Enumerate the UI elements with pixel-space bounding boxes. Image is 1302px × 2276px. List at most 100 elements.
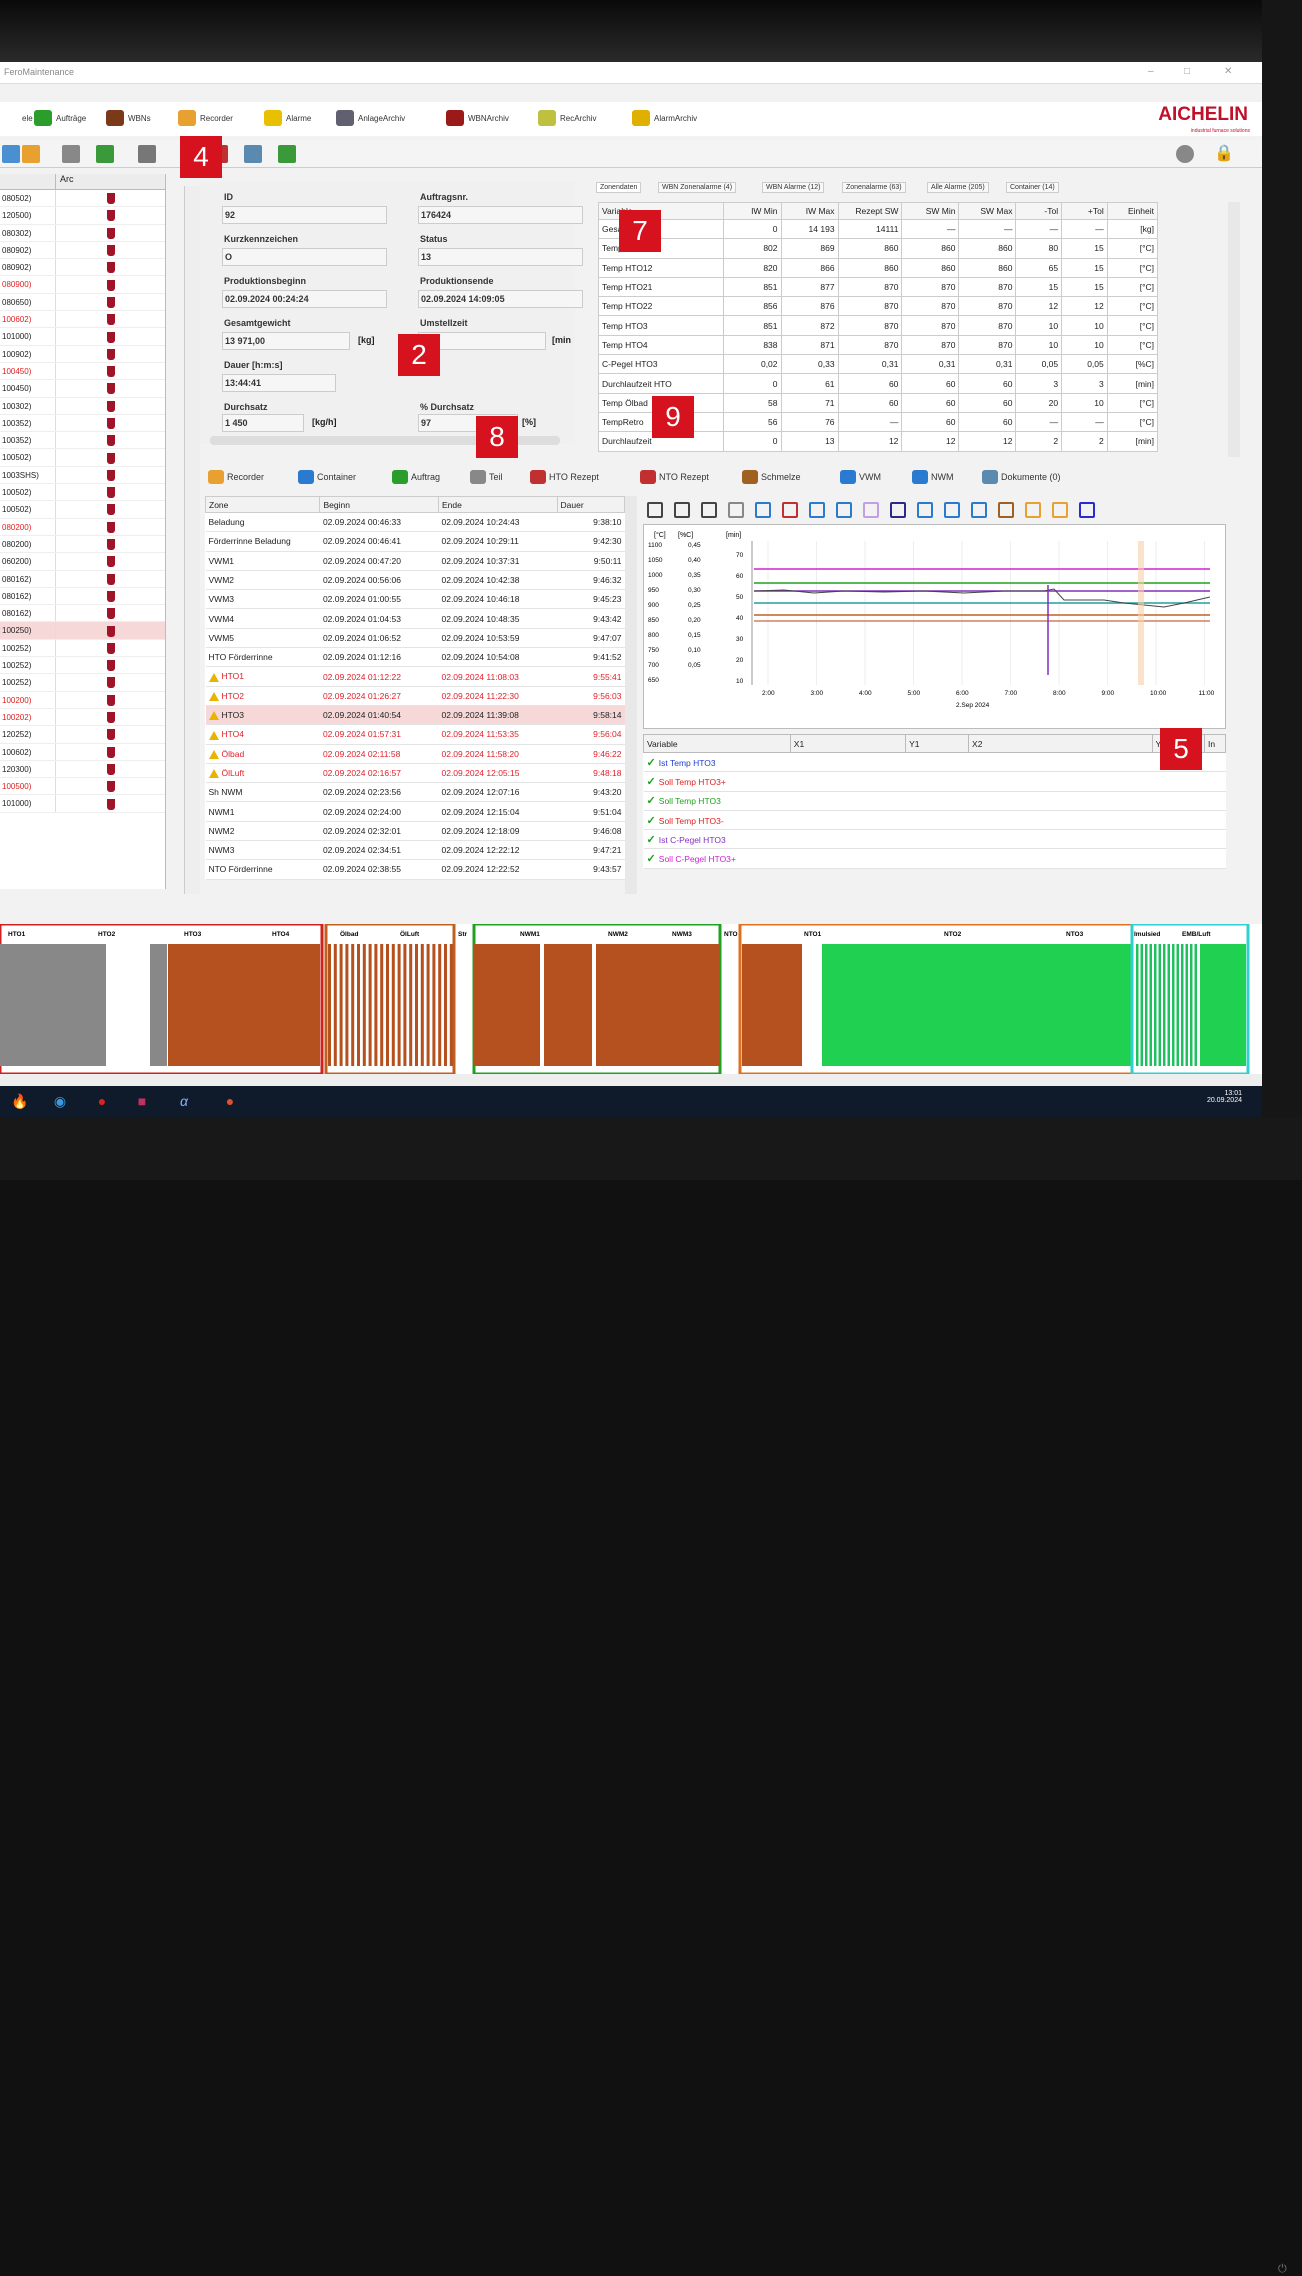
- table-row[interactable]: VWM1 02.09.2024 00:47:20 02.09.2024 10:37:…: [205, 551, 625, 571]
- list-item[interactable]: 120252): [0, 726, 165, 744]
- list-item[interactable]: 080502): [0, 190, 165, 208]
- document-icon[interactable]: [62, 145, 80, 163]
- close-button[interactable]: ✕: [1224, 66, 1232, 77]
- list-item[interactable]: 100902): [0, 345, 165, 363]
- list-item[interactable]: 060200): [0, 553, 165, 571]
- column-header[interactable]: Ende: [437, 496, 558, 513]
- table-row[interactable]: NTO Förderrinne 02.09.2024 02:38:55 02.09.…: [205, 859, 625, 880]
- table-row[interactable]: VWM2 02.09.2024 00:56:06 02.09.2024 10:42:…: [205, 570, 625, 591]
- list-item[interactable]: 100202): [0, 708, 165, 727]
- table-row[interactable]: ✓ Ist Temp HTO3: [643, 752, 1226, 773]
- list-item[interactable]: 080162): [0, 587, 165, 606]
- list-item[interactable]: 100250): [0, 622, 165, 640]
- list-item[interactable]: 100450): [0, 362, 165, 381]
- browser-icon[interactable]: ◉: [50, 1091, 70, 1111]
- tab-zone-2[interactable]: WBN Alarme (12): [762, 182, 825, 193]
- tab-zone-3[interactable]: Zonenalarme (63): [842, 182, 906, 193]
- chart-tool-icon[interactable]: [917, 502, 933, 518]
- column-header[interactable]: Einheit: [1106, 202, 1159, 220]
- maximize-button[interactable]: □: [1184, 66, 1190, 77]
- list-item[interactable]: 101000): [0, 795, 165, 813]
- menu-item[interactable]: Alarme: [264, 110, 311, 126]
- alpha-icon[interactable]: α: [174, 1091, 194, 1111]
- column-header[interactable]: IW Min: [723, 202, 782, 220]
- list-item[interactable]: 120500): [0, 207, 165, 225]
- table-row[interactable]: ✓ Soll Temp HTO3: [643, 791, 1226, 811]
- tab-detail-8[interactable]: NWM: [912, 470, 954, 484]
- tab-detail-6[interactable]: Schmelze: [742, 470, 801, 484]
- column-header[interactable]: Beginn: [319, 496, 439, 513]
- table-row[interactable]: Durchlaufzeit HTO 0 61 60 60 60 3 3 [min]: [597, 373, 1159, 394]
- list-item[interactable]: 100352): [0, 432, 165, 450]
- chart-tool-icon[interactable]: [674, 502, 690, 518]
- import-icon[interactable]: [278, 145, 296, 163]
- list-item[interactable]: 101000): [0, 328, 165, 346]
- print-icon[interactable]: [138, 145, 156, 163]
- person-icon[interactable]: [22, 145, 40, 163]
- table-row[interactable]: ÖlLuft 02.09.2024 02:16:57 02.09.2024 12:0…: [205, 763, 625, 784]
- list-item[interactable]: 100502): [0, 449, 165, 467]
- check-icon[interactable]: ✓: [647, 853, 659, 865]
- system-clock[interactable]: 13:01 20.09.2024: [1207, 1090, 1242, 1104]
- table-row[interactable]: ✓ Ist C-Pegel HTO3: [643, 829, 1226, 850]
- column-header[interactable]: Dauer: [556, 496, 626, 513]
- chart-tool-icon[interactable]: [1079, 502, 1095, 518]
- table-row[interactable]: Temp HTO22 856 876 870 870 870 12 12 [°C]: [597, 296, 1159, 317]
- list-item[interactable]: 100502): [0, 501, 165, 519]
- column-header[interactable]: -Tol: [1015, 202, 1063, 220]
- column-header[interactable]: X1: [789, 734, 907, 753]
- status-icon[interactable]: [1176, 145, 1194, 163]
- table-row[interactable]: Temp HTO12 820 866 860 860 860 65 15 [°C]: [597, 257, 1159, 278]
- list-item[interactable]: 120300): [0, 760, 165, 779]
- column-header[interactable]: X2: [968, 734, 1153, 753]
- list-item[interactable]: 080902): [0, 241, 165, 260]
- chart-tool-icon[interactable]: [701, 502, 717, 518]
- table-row[interactable]: C-Pegel HTO3 0,02 0,33 0,31 0,31 0,31 0,05 0,05…: [597, 354, 1159, 375]
- zone-times-scrollbar[interactable]: [625, 496, 637, 894]
- menu-item[interactable]: Recorder: [178, 110, 233, 126]
- tab-zone-1[interactable]: WBN Zonenalarme (4): [658, 182, 737, 193]
- status-field[interactable]: 13: [418, 248, 583, 266]
- table-row[interactable]: Beladung 02.09.2024 00:46:33 02.09.2024 10…: [205, 512, 625, 533]
- table-row[interactable]: NWM3 02.09.2024 02:34:51 02.09.2024 12:22:…: [205, 840, 625, 861]
- tab-detail-9[interactable]: Dokumente (0): [982, 470, 1061, 484]
- flame-icon[interactable]: 🔥: [10, 1091, 30, 1111]
- table-row[interactable]: ✓ Soll C-Pegel HTO3+: [643, 848, 1226, 869]
- list-scrollbar[interactable]: [184, 186, 200, 894]
- table-row[interactable]: HTO1 02.09.2024 01:12:22 02.09.2024 11:08:…: [205, 666, 625, 687]
- export-icon[interactable]: [96, 145, 114, 163]
- list-item[interactable]: 100352): [0, 414, 165, 433]
- power-icon[interactable]: ⏻: [1278, 2263, 1287, 2276]
- table-row[interactable]: Ölbad 02.09.2024 02:11:58 02.09.2024 11:58…: [205, 744, 625, 764]
- column-header[interactable]: In: [1203, 734, 1227, 753]
- lock-icon[interactable]: 🔒: [1214, 145, 1234, 163]
- tab-zone-4[interactable]: Alle Alarme (205): [927, 182, 989, 193]
- list-item[interactable]: 100602): [0, 743, 165, 761]
- tab-zone-5[interactable]: Container (14): [1006, 182, 1059, 193]
- tab-detail-1[interactable]: Container: [298, 470, 356, 484]
- list-item[interactable]: 100252): [0, 674, 165, 692]
- pbeginn-field[interactable]: 02.09.2024 00:24:24: [222, 290, 387, 308]
- table-row[interactable]: HTO4 02.09.2024 01:57:31 02.09.2024 11:53:…: [205, 724, 625, 745]
- tab-detail-0[interactable]: Recorder: [208, 470, 264, 484]
- list-item[interactable]: 100500): [0, 778, 165, 796]
- chart-tool-icon[interactable]: [809, 502, 825, 518]
- chart-tool-icon[interactable]: [728, 502, 744, 518]
- media-icon[interactable]: ●: [220, 1091, 240, 1111]
- chart-tool-icon[interactable]: [998, 502, 1014, 518]
- column-header[interactable]: SW Max: [958, 202, 1017, 220]
- table-row[interactable]: VWM5 02.09.2024 01:06:52 02.09.2024 10:53:…: [205, 628, 625, 649]
- table-row[interactable]: Förderrinne Beladung 02.09.2024 00:46:41 0…: [205, 531, 625, 552]
- table-row[interactable]: VWM4 02.09.2024 01:04:53 02.09.2024 10:48:…: [205, 608, 625, 629]
- column-header[interactable]: Variable: [597, 202, 725, 220]
- list-item[interactable]: 100502): [0, 484, 165, 502]
- list-item[interactable]: 080902): [0, 259, 165, 277]
- chart-tool-icon[interactable]: [1025, 502, 1041, 518]
- check-icon[interactable]: ✓: [647, 834, 659, 846]
- auftrag-field[interactable]: 176424: [418, 206, 583, 224]
- table-row[interactable]: VWM3 02.09.2024 01:00:55 02.09.2024 10:46:…: [205, 589, 625, 610]
- chart-tool-icon[interactable]: [944, 502, 960, 518]
- table-row[interactable]: Gesamtgewicht014 19314111————[kg]: [597, 218, 1159, 240]
- column-header-id[interactable]: [0, 174, 56, 189]
- id-field[interactable]: 92: [222, 206, 387, 224]
